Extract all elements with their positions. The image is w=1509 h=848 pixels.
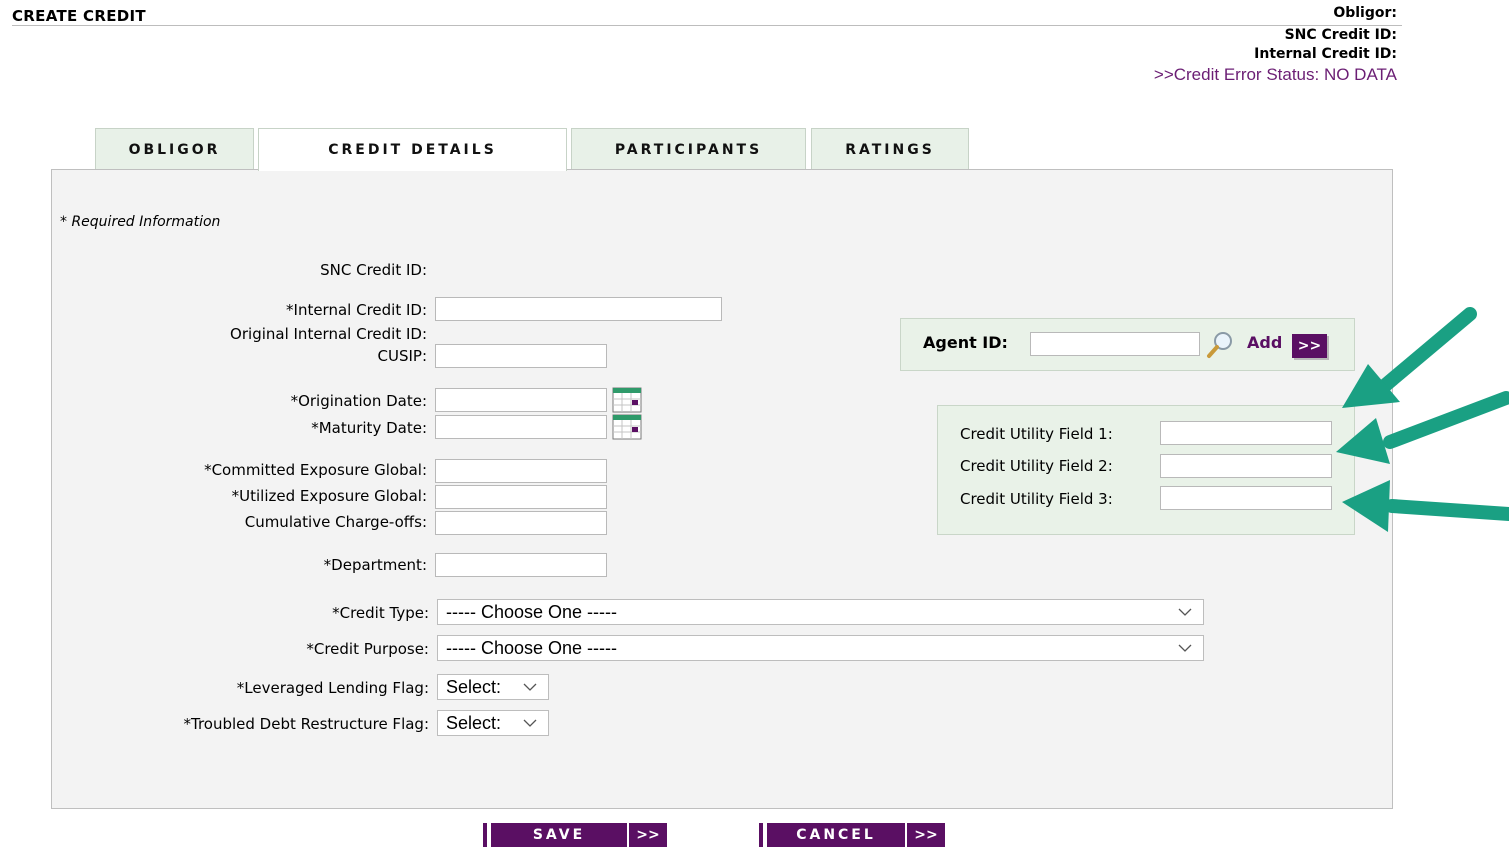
maturity-date-label: *Maturity Date:: [311, 419, 427, 437]
cusip-input[interactable]: [435, 344, 607, 368]
cancel-button-label: CANCEL: [796, 827, 876, 843]
origination-date-label: *Origination Date:: [290, 392, 427, 410]
chevron-down-icon: [523, 719, 537, 727]
committed-exposure-input[interactable]: [435, 459, 607, 483]
credit-utility-field-2-label: Credit Utility Field 2:: [960, 457, 1113, 475]
save-arrow: >>: [636, 827, 660, 843]
credit-purpose-label: *Credit Purpose:: [306, 640, 429, 658]
page-title: CREATE CREDIT: [12, 7, 146, 25]
charge-offs-input[interactable]: [435, 511, 607, 535]
internal-credit-id-label: *Internal Credit ID:: [286, 301, 427, 319]
leveraged-lending-value: Select:: [446, 676, 502, 697]
origination-date-input[interactable]: [435, 388, 607, 412]
credit-error-status: >>Credit Error Status: NO DATA: [1153, 65, 1397, 84]
internal-credit-id-input[interactable]: [435, 297, 722, 321]
credit-utility-field-1-input[interactable]: [1160, 421, 1332, 445]
annotation-arrows: [1336, 307, 1509, 532]
troubled-debt-label: *Troubled Debt Restructure Flag:: [183, 715, 429, 733]
tab-ratings[interactable]: RATINGS: [811, 128, 969, 170]
tab-credit-details[interactable]: CREDIT DETAILS: [258, 128, 567, 171]
credit-type-select[interactable]: ----- Choose One -----: [437, 599, 1204, 625]
search-icon[interactable]: [1205, 330, 1235, 360]
credit-utility-field-3-label: Credit Utility Field 3:: [960, 490, 1113, 508]
credit-type-label: *Credit Type:: [332, 604, 429, 622]
department-input[interactable]: [435, 553, 607, 577]
credit-type-value: ----- Choose One -----: [446, 601, 618, 622]
agent-id-label: Agent ID:: [923, 333, 1008, 352]
required-info-note: * Required Information: [60, 214, 221, 230]
snc-credit-id-header-label: SNC Credit ID:: [1284, 27, 1397, 43]
department-label: *Department:: [323, 556, 427, 574]
utilized-exposure-label: *Utilized Exposure Global:: [231, 487, 427, 505]
original-internal-credit-id-label: Original Internal Credit ID:: [230, 325, 427, 343]
leveraged-lending-select[interactable]: Select:: [437, 674, 549, 700]
calendar-icon[interactable]: [612, 414, 642, 440]
save-button[interactable]: SAVE >>: [483, 823, 667, 847]
credit-utility-field-1-label: Credit Utility Field 1:: [960, 425, 1113, 443]
agent-id-input[interactable]: [1030, 332, 1200, 356]
maturity-date-input[interactable]: [435, 415, 607, 439]
add-agent-button[interactable]: >>: [1292, 334, 1327, 358]
credit-purpose-value: ----- Choose One -----: [446, 637, 618, 658]
charge-offs-label: Cumulative Charge-offs:: [244, 513, 427, 531]
tab-participants[interactable]: PARTICIPANTS: [571, 128, 806, 170]
credit-utility-field-2-input[interactable]: [1160, 454, 1332, 478]
committed-exposure-label: *Committed Exposure Global:: [204, 461, 427, 479]
credit-utility-field-3-input[interactable]: [1160, 486, 1332, 510]
chevron-down-icon: [1178, 644, 1192, 652]
troubled-debt-select[interactable]: Select:: [437, 710, 549, 736]
internal-credit-id-header-label: Internal Credit ID:: [1254, 46, 1397, 62]
troubled-debt-value: Select:: [446, 712, 502, 733]
tab-obligor[interactable]: OBLIGOR: [95, 128, 254, 170]
obligor-header-label: Obligor:: [1333, 5, 1397, 21]
utilized-exposure-input[interactable]: [435, 485, 607, 509]
credit-purpose-select[interactable]: ----- Choose One -----: [437, 635, 1204, 661]
save-button-label: SAVE: [532, 827, 586, 843]
cancel-arrow: >>: [914, 827, 938, 843]
title-divider: [12, 25, 1402, 26]
chevron-down-icon: [1178, 608, 1192, 616]
chevron-down-icon: [523, 683, 537, 691]
cusip-label: CUSIP:: [377, 347, 428, 365]
cancel-button[interactable]: CANCEL >>: [759, 823, 945, 847]
leveraged-lending-label: *Leveraged Lending Flag:: [236, 679, 429, 697]
calendar-icon[interactable]: [612, 387, 642, 413]
snc-credit-id-label: SNC Credit ID:: [320, 261, 427, 279]
add-agent-link[interactable]: Add: [1247, 333, 1282, 352]
